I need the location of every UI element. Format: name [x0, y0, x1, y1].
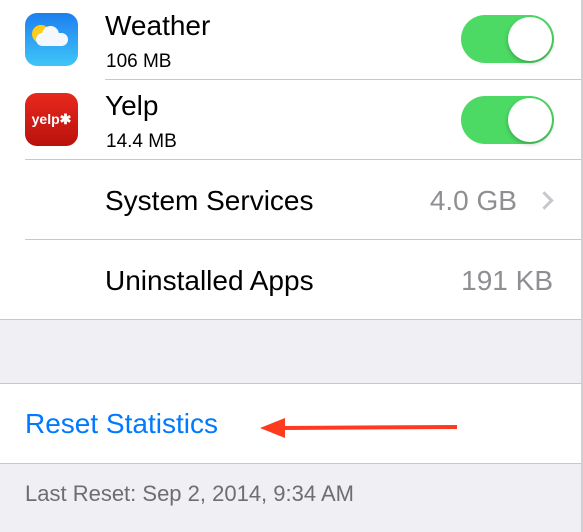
yelp-icon: yelp✱	[25, 93, 78, 146]
divider	[25, 239, 581, 240]
divider	[105, 79, 581, 80]
app-name: Yelp	[105, 90, 159, 121]
row-value: 191 KB	[461, 265, 553, 296]
row-label: Uninstalled Apps	[105, 265, 314, 296]
yelp-toggle[interactable]	[461, 96, 554, 144]
app-size: 106 MB	[106, 51, 172, 72]
reset-statistics-button[interactable]: Reset Statistics	[25, 408, 218, 440]
app-name: Weather	[105, 10, 211, 41]
row-value: 4.0 GB	[429, 185, 517, 216]
last-reset-text: Last Reset: Sep 2, 2014, 9:34 AM	[25, 481, 354, 506]
reset-section: Reset Statistics	[0, 384, 581, 463]
divider	[0, 463, 581, 464]
row-label: System Services	[105, 185, 314, 216]
weather-icon	[25, 13, 78, 66]
app-size: 14.4 MB	[106, 131, 177, 152]
weather-toggle[interactable]	[461, 15, 554, 63]
arrow-annotation	[260, 418, 458, 438]
divider	[25, 159, 581, 160]
divider	[0, 319, 581, 320]
